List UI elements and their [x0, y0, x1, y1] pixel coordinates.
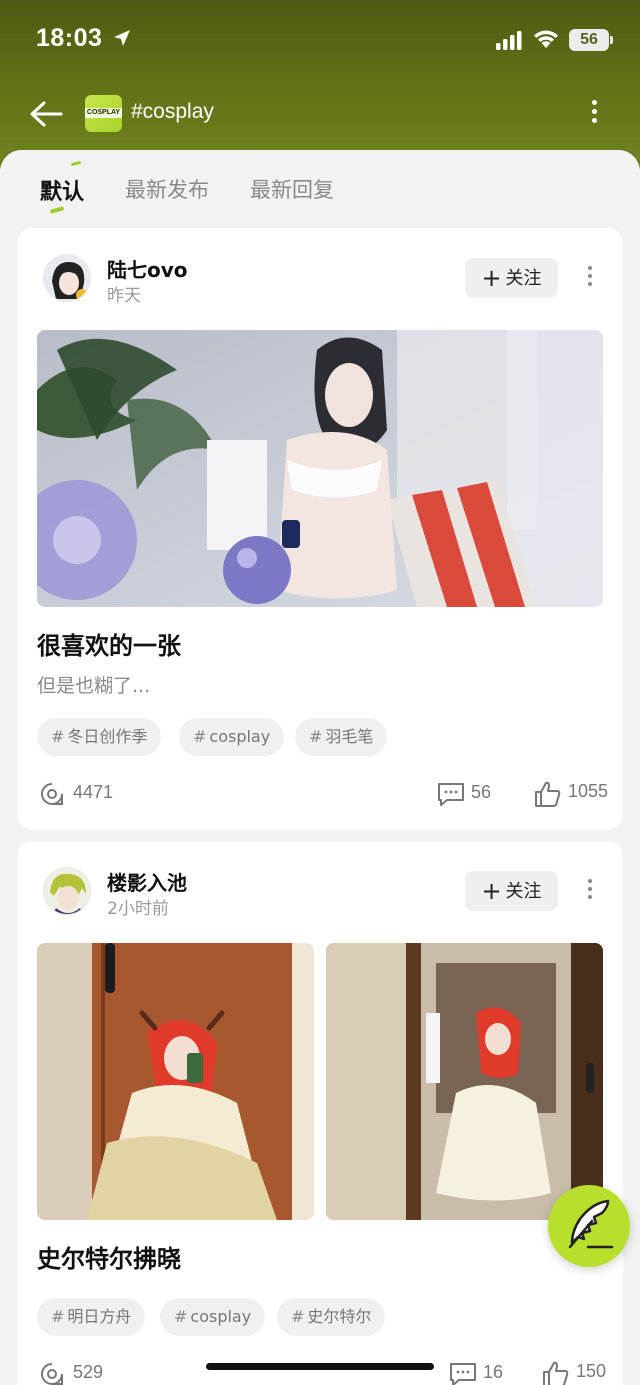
- post-title[interactable]: 很喜欢的一张: [37, 626, 181, 661]
- post-card[interactable]: 陆七ovo 昨天 + 关注 很喜欢的一张 但是也糊了... # 冬日创作季 # …: [17, 228, 623, 830]
- like-count[interactable]: 150: [542, 1360, 622, 1385]
- follow-label: 关注: [505, 881, 542, 902]
- view-icon: [41, 783, 63, 805]
- tag-label: 羽毛笔: [325, 727, 374, 746]
- plus-icon: +: [481, 877, 502, 905]
- like-count-value: 1055: [568, 781, 609, 801]
- thumbs-up-icon: [543, 1361, 569, 1385]
- more-vertical-icon[interactable]: [583, 262, 597, 292]
- post-title[interactable]: 史尔特尔拂晓: [37, 1239, 181, 1274]
- compose-button[interactable]: [548, 1185, 630, 1267]
- cosplay-photo: [37, 330, 603, 607]
- tag-chip[interactable]: # 明日方舟: [37, 1298, 146, 1336]
- avatar-image: [44, 868, 90, 914]
- status-bar: 18:03 56: [0, 0, 640, 80]
- tag-label: 史尔特尔: [307, 1307, 372, 1326]
- tag-label: cosplay: [190, 1307, 252, 1326]
- view-count: 4471: [39, 781, 139, 807]
- content-sheet: 默认 最新发布 最新回复 陆七ovo 昨天 + 关注 很喜欢的一张 但是也糊了.…: [0, 150, 640, 1385]
- post-card[interactable]: 楼影入池 2小时前 + 关注 史尔特尔拂晓 # 明日方舟 # cosplay #…: [17, 841, 623, 1385]
- topic-logo[interactable]: COSPLAY: [85, 95, 122, 132]
- tag-label: cosplay: [209, 727, 271, 746]
- cosplay-photo: [326, 943, 603, 1220]
- post-time: 昨天: [107, 286, 141, 306]
- comment-count[interactable]: 16: [449, 1361, 529, 1385]
- plus-icon: +: [481, 264, 502, 292]
- back-arrow-icon[interactable]: [28, 98, 64, 130]
- view-count: 529: [39, 1361, 139, 1385]
- like-count[interactable]: 1055: [534, 780, 624, 808]
- topic-logo-text: COSPLAY: [85, 108, 122, 118]
- battery-indicator: 56: [569, 29, 613, 51]
- wifi-icon: [534, 30, 558, 48]
- post-description[interactable]: 但是也糊了...: [37, 671, 150, 698]
- location-arrow-icon: [114, 30, 130, 46]
- tag-label: 冬日创作季: [67, 727, 148, 746]
- comment-count-value: 16: [483, 1362, 504, 1382]
- post-image[interactable]: [37, 330, 603, 607]
- cosplay-photo: [37, 943, 314, 1220]
- tag-chip[interactable]: # 史尔特尔: [277, 1298, 386, 1336]
- view-icon: [41, 1363, 63, 1385]
- tab-default[interactable]: 默认: [40, 174, 84, 206]
- cellular-signal-icon: [496, 31, 522, 50]
- post-image[interactable]: [37, 943, 314, 1220]
- avatar-image: [44, 255, 90, 301]
- view-count-value: 529: [73, 1362, 104, 1382]
- comment-icon: [450, 1363, 476, 1385]
- comment-icon: [438, 783, 464, 806]
- username[interactable]: 楼影入池: [107, 867, 187, 896]
- follow-button[interactable]: + 关注: [465, 871, 558, 911]
- comment-count-value: 56: [471, 782, 492, 802]
- comment-count[interactable]: 56: [437, 781, 527, 807]
- view-count-value: 4471: [73, 782, 114, 802]
- home-indicator[interactable]: [206, 1363, 434, 1370]
- feather-pen-icon: [568, 1199, 614, 1249]
- follow-label: 关注: [505, 268, 542, 289]
- more-vertical-icon[interactable]: [582, 96, 606, 132]
- tab-latest-replies[interactable]: 最新回复: [250, 174, 334, 204]
- thumbs-up-icon: [535, 781, 561, 807]
- tab-latest-posts[interactable]: 最新发布: [125, 174, 209, 204]
- tab-accent-mark: [70, 160, 82, 167]
- like-count-value: 150: [576, 1361, 607, 1381]
- topic-title: #cosplay: [131, 100, 214, 123]
- tag-label: 明日方舟: [67, 1307, 132, 1326]
- username[interactable]: 陆七ovo: [107, 254, 188, 283]
- avatar[interactable]: [43, 867, 91, 915]
- post-time: 2小时前: [107, 899, 169, 919]
- top-navigation: COSPLAY #cosplay: [0, 88, 640, 140]
- more-vertical-icon[interactable]: [583, 875, 597, 905]
- tag-chip[interactable]: # 羽毛笔: [295, 718, 388, 756]
- avatar[interactable]: [43, 254, 91, 302]
- follow-button[interactable]: + 关注: [465, 258, 558, 298]
- tab-active-indicator: [49, 206, 65, 214]
- tag-chip[interactable]: # 冬日创作季: [37, 718, 162, 756]
- post-image[interactable]: [326, 943, 603, 1220]
- tab-bar: 默认 最新发布 最新回复: [0, 150, 640, 225]
- status-time: 18:03: [36, 24, 103, 52]
- tag-chip[interactable]: # cosplay: [160, 1298, 266, 1336]
- tag-chip[interactable]: # cosplay: [179, 718, 285, 756]
